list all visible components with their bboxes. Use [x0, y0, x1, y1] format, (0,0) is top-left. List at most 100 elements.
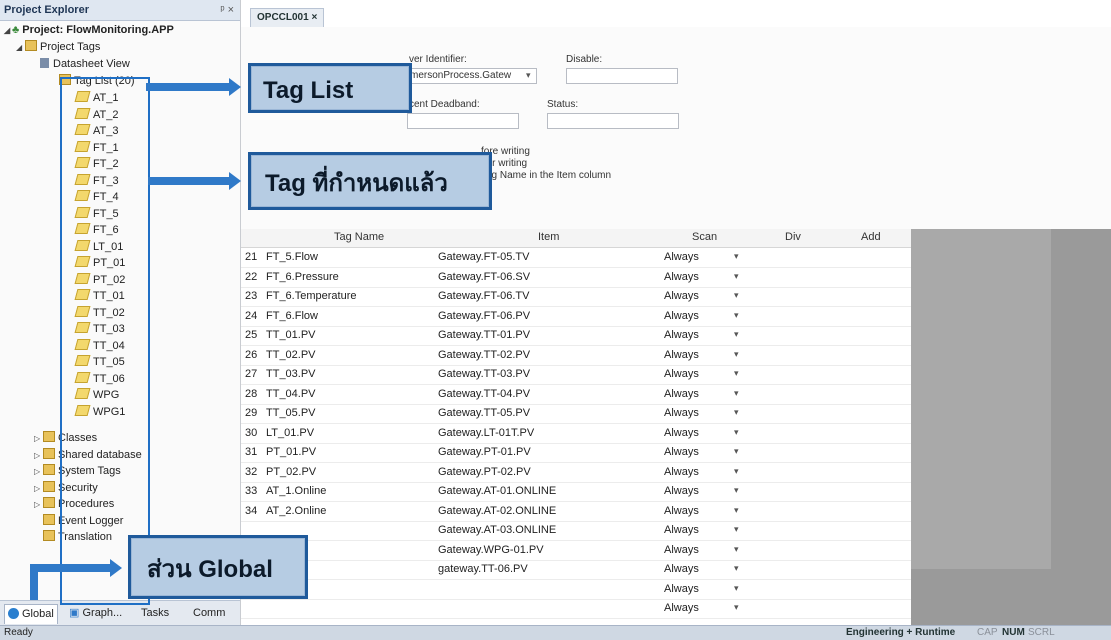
tag-name-cell[interactable]: PT_01.PV: [266, 446, 316, 458]
chevron-down-icon[interactable]: ▾: [734, 407, 739, 418]
chevron-down-icon[interactable]: ▾: [734, 329, 739, 340]
tag-name-cell[interactable]: TT_05.PV: [266, 407, 316, 419]
status-field[interactable]: [547, 113, 679, 129]
tag-name-cell[interactable]: FT_6.Flow: [266, 310, 318, 322]
chevron-down-icon[interactable]: ▾: [734, 524, 739, 535]
item-cell[interactable]: Gateway.FT-06.TV: [438, 290, 530, 302]
scan-cell[interactable]: Always: [664, 329, 699, 341]
item-cell[interactable]: Gateway.TT-05.PV: [438, 407, 530, 419]
tab-tasks[interactable]: Tasks: [138, 604, 172, 623]
table-row[interactable]: Always ▾: [241, 580, 911, 600]
table-row[interactable]: 33 AT_1.Online Gateway.AT-01.ONLINE Always ▾: [241, 482, 911, 502]
table-row[interactable]: 26 TT_02.PV Gateway.TT-02.PV Always ▾: [241, 346, 911, 366]
scan-cell[interactable]: Always: [664, 544, 699, 556]
expand-icon[interactable]: ▷: [34, 463, 42, 480]
chevron-down-icon[interactable]: ▾: [734, 544, 739, 555]
scan-cell[interactable]: Always: [664, 602, 699, 614]
expand-icon[interactable]: ▷: [34, 447, 42, 464]
expand-icon[interactable]: ◢: [16, 39, 24, 56]
tag-name-cell[interactable]: PT_02.PV: [266, 466, 316, 478]
tag-name-cell[interactable]: FT_5.Flow: [266, 251, 318, 263]
item-cell[interactable]: Gateway.TT-01.PV: [438, 329, 530, 341]
chevron-down-icon[interactable]: ▾: [734, 446, 739, 457]
tag-name-cell[interactable]: AT_2.Online: [266, 505, 326, 517]
tag-name-cell[interactable]: TT_04.PV: [266, 388, 316, 400]
table-row[interactable]: 34 AT_2.Online Gateway.AT-02.ONLINE Always ▾: [241, 502, 911, 522]
table-row[interactable]: 31 PT_01.PV Gateway.PT-01.PV Always ▾: [241, 443, 911, 463]
table-row[interactable]: gateway.TT-06.PV Always ▾: [241, 560, 911, 580]
tag-name-cell[interactable]: LT_01.PV: [266, 427, 314, 439]
table-row[interactable]: 28 TT_04.PV Gateway.TT-04.PV Always ▾: [241, 385, 911, 405]
item-cell[interactable]: Gateway.TT-03.PV: [438, 368, 530, 380]
tag-name-cell[interactable]: TT_01.PV: [266, 329, 316, 341]
scan-cell[interactable]: Always: [664, 446, 699, 458]
disable-field[interactable]: [566, 68, 678, 84]
scan-cell[interactable]: Always: [664, 310, 699, 322]
scan-cell[interactable]: Always: [664, 407, 699, 419]
table-row[interactable]: 22 FT_6.Pressure Gateway.FT-06.SV Always ▾: [241, 268, 911, 288]
tag-name-cell[interactable]: FT_6.Pressure: [266, 271, 339, 283]
item-cell[interactable]: Gateway.AT-03.ONLINE: [438, 524, 556, 536]
scan-cell[interactable]: Always: [664, 271, 699, 283]
chevron-down-icon[interactable]: ▾: [734, 602, 739, 613]
col-item[interactable]: Item: [538, 231, 559, 243]
expand-icon[interactable]: ▷: [34, 430, 42, 447]
chevron-down-icon[interactable]: ▾: [734, 466, 739, 477]
item-cell[interactable]: Gateway.FT-05.TV: [438, 251, 530, 263]
item-cell[interactable]: gateway.TT-06.PV: [438, 563, 528, 575]
chevron-down-icon[interactable]: ▾: [734, 251, 739, 262]
expand-icon[interactable]: ▷: [34, 480, 42, 497]
tag-name-cell[interactable]: FT_6.Temperature: [266, 290, 356, 302]
tag-name-cell[interactable]: TT_03.PV: [266, 368, 316, 380]
scan-cell[interactable]: Always: [664, 583, 699, 595]
tab-graphics[interactable]: ▣ Graph...: [66, 604, 125, 623]
scan-cell[interactable]: Always: [664, 563, 699, 575]
scan-cell[interactable]: Always: [664, 290, 699, 302]
item-cell[interactable]: Gateway.AT-01.ONLINE: [438, 485, 556, 497]
item-cell[interactable]: Gateway.TT-04.PV: [438, 388, 530, 400]
chevron-down-icon[interactable]: ▾: [734, 485, 739, 496]
scan-cell[interactable]: Always: [664, 368, 699, 380]
pin-close-icon[interactable]: ᵖ ×: [220, 0, 234, 20]
table-row[interactable]: 27 TT_03.PV Gateway.TT-03.PV Always ▾: [241, 365, 911, 385]
tree-datasheet-view[interactable]: Datasheet View: [40, 56, 130, 73]
item-cell[interactable]: Gateway.TT-02.PV: [438, 349, 530, 361]
chevron-down-icon[interactable]: ▾: [734, 290, 739, 301]
chevron-down-icon[interactable]: ▾: [734, 583, 739, 594]
expand-icon[interactable]: ◢: [4, 22, 12, 39]
scan-cell[interactable]: Always: [664, 485, 699, 497]
table-row[interactable]: 30 LT_01.PV Gateway.LT-01T.PV Always ▾: [241, 424, 911, 444]
table-row[interactable]: 25 TT_01.PV Gateway.TT-01.PV Always ▾: [241, 326, 911, 346]
tree-project[interactable]: ◢ ♣ Project: FlowMonitoring.APP: [4, 22, 174, 39]
table-row[interactable]: 21 FT_5.Flow Gateway.FT-05.TV Always ▾: [241, 248, 911, 268]
col-div[interactable]: Div: [785, 231, 801, 243]
tree-project-tags[interactable]: ◢ Project Tags: [16, 39, 100, 56]
item-cell[interactable]: Gateway.LT-01T.PV: [438, 427, 534, 439]
col-scan[interactable]: Scan: [692, 231, 717, 243]
chevron-down-icon[interactable]: ▾: [734, 368, 739, 379]
expand-icon[interactable]: ▷: [34, 496, 42, 513]
deadband-field[interactable]: [407, 113, 519, 129]
tag-name-cell[interactable]: TT_02.PV: [266, 349, 316, 361]
tab-comm[interactable]: Comm: [190, 604, 228, 623]
scan-cell[interactable]: Always: [664, 505, 699, 517]
item-cell[interactable]: Gateway.FT-06.PV: [438, 310, 530, 322]
option-tag-name-item[interactable]: Tag Name in the Item column: [481, 170, 611, 181]
chevron-down-icon[interactable]: ▾: [734, 310, 739, 321]
table-row[interactable]: 24 FT_6.Flow Gateway.FT-06.PV Always ▾: [241, 307, 911, 327]
chevron-down-icon[interactable]: ▾: [734, 563, 739, 574]
server-select[interactable]: mersonProcess.Gatew ▾: [407, 68, 537, 84]
scan-cell[interactable]: Always: [664, 349, 699, 361]
table-row[interactable]: 29 TT_05.PV Gateway.TT-05.PV Always ▾: [241, 404, 911, 424]
chevron-down-icon[interactable]: ▾: [734, 427, 739, 438]
chevron-down-icon[interactable]: ▾: [734, 271, 739, 282]
table-row[interactable]: 23 FT_6.Temperature Gateway.FT-06.TV Always…: [241, 287, 911, 307]
col-add[interactable]: Add: [861, 231, 881, 243]
table-row[interactable]: 32 PT_02.PV Gateway.PT-02.PV Always ▾: [241, 463, 911, 483]
tag-name-cell[interactable]: AT_1.Online: [266, 485, 326, 497]
item-cell[interactable]: Gateway.AT-02.ONLINE: [438, 505, 556, 517]
chevron-down-icon[interactable]: ▾: [734, 505, 739, 516]
item-cell[interactable]: Gateway.FT-06.SV: [438, 271, 530, 283]
scan-cell[interactable]: Always: [664, 251, 699, 263]
chevron-down-icon[interactable]: ▾: [734, 349, 739, 360]
